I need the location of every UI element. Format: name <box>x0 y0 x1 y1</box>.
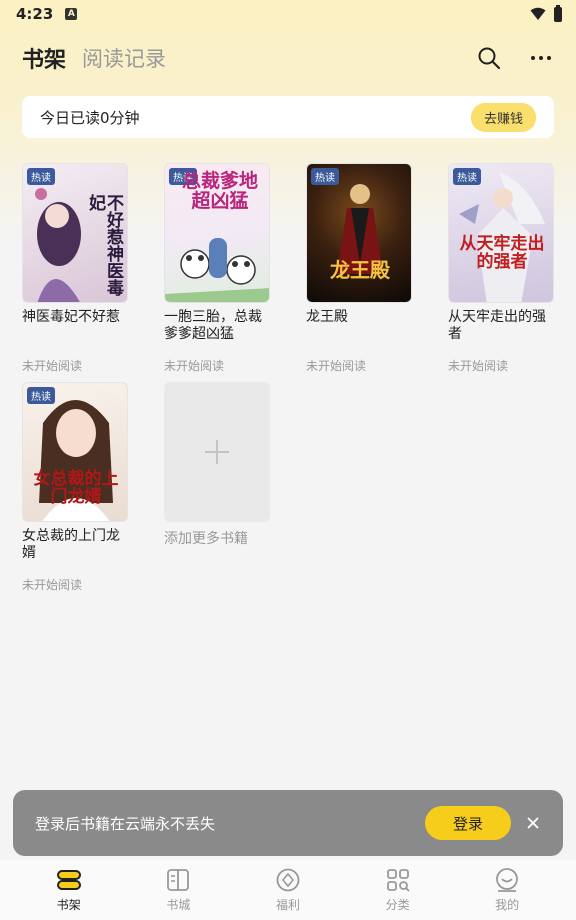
hot-badge: 热读 <box>27 387 55 404</box>
app-notification-icon: A <box>65 8 78 20</box>
book-cover[interactable]: 热读 从天牢走出的强者 <box>448 163 554 303</box>
tab-bookshelf[interactable]: 书架 <box>22 42 66 74</box>
add-book-item[interactable]: 添加更多书籍 <box>164 382 270 548</box>
top-header: 书架 阅读记录 <box>0 30 576 86</box>
book-open-icon <box>167 869 190 891</box>
book-item[interactable]: 热读 总裁爹地超凶猛 一胞三胎，总裁爹爹超凶猛 未开始阅读 <box>164 163 270 374</box>
hot-badge: 热读 <box>27 168 55 185</box>
cover-title: 龙王殿 <box>330 258 390 282</box>
nav-item-bookshelf[interactable]: 书架 <box>29 867 109 913</box>
login-banner: 登录后书籍在云端永不丢失 登录 <box>13 790 563 856</box>
nav-item-bookstore[interactable]: 书城 <box>138 867 218 913</box>
book-item[interactable]: 热读 龙王殿 龙王殿 未开始阅读 <box>306 163 412 374</box>
reading-status: 未开始阅读 <box>22 359 83 373</box>
book-cover[interactable]: 热读 不好惹神医毒妃 <box>22 163 128 303</box>
nav-label: 我的 <box>495 898 520 912</box>
cover-title: 不好惹神医毒妃 <box>85 194 123 296</box>
nav-item-profile[interactable]: 我的 <box>467 867 547 913</box>
plus-icon <box>205 440 229 464</box>
book-item[interactable]: 热读 女总裁的上门龙婿 女总裁的上门龙婿 未开始阅读 <box>22 382 128 593</box>
cover-title: 女总裁的上门龙婿 <box>33 469 119 507</box>
tab-reading-history[interactable]: 阅读记录 <box>82 43 166 73</box>
book-item[interactable]: 热读 从天牢走出的强者 从天牢走出的强者 未开始阅读 <box>448 163 554 374</box>
nav-label: 分类 <box>385 898 410 912</box>
nav-label: 书城 <box>166 898 191 912</box>
book-cover[interactable]: 热读 女总裁的上门龙婿 <box>22 382 128 522</box>
wifi-icon <box>530 7 546 20</box>
login-banner-text: 登录后书籍在云端永不丢失 <box>35 814 216 833</box>
status-time: 4:23 <box>16 5 54 23</box>
hot-badge: 热读 <box>311 168 339 185</box>
reading-status: 未开始阅读 <box>306 359 367 373</box>
nav-item-category[interactable]: 分类 <box>358 867 438 913</box>
hot-badge: 热读 <box>453 168 481 185</box>
book-cover[interactable]: 热读 总裁爹地超凶猛 <box>164 163 270 303</box>
book-title: 神医毒妃不好惹 <box>22 309 120 325</box>
profile-icon <box>496 868 519 892</box>
cover-title: 从天牢走出的强者 <box>459 234 545 272</box>
book-item[interactable]: 热读 不好惹神医毒妃 神医毒妃不好惹 未开始阅读 <box>22 163 128 374</box>
coin-icon <box>276 868 300 892</box>
close-icon[interactable] <box>525 815 541 831</box>
reading-status: 未开始阅读 <box>22 578 83 592</box>
reading-status: 未开始阅读 <box>164 359 225 373</box>
add-book-button[interactable] <box>164 382 270 522</box>
reading-time-text: 今日已读0分钟 <box>40 108 140 127</box>
add-book-label: 添加更多书籍 <box>164 531 248 547</box>
book-cover[interactable]: 热读 龙王殿 <box>306 163 412 303</box>
book-title: 从天牢走出的强者 <box>448 309 546 342</box>
nav-item-welfare[interactable]: 福利 <box>248 867 328 913</box>
more-options-icon[interactable] <box>528 45 554 71</box>
login-button[interactable]: 登录 <box>425 806 511 840</box>
category-grid-icon <box>386 869 410 892</box>
bookshelf-icon <box>56 870 81 890</box>
book-title: 龙王殿 <box>306 309 348 325</box>
battery-icon <box>554 4 562 22</box>
search-icon[interactable] <box>476 45 502 71</box>
earn-money-button[interactable]: 去赚钱 <box>470 102 536 132</box>
reading-time-card: 今日已读0分钟 去赚钱 <box>22 96 554 138</box>
book-title: 女总裁的上门龙婿 <box>22 528 120 561</box>
cover-title: 总裁爹地超凶猛 <box>181 170 258 212</box>
book-title: 一胞三胎，总裁爹爹超凶猛 <box>164 309 262 342</box>
nav-label: 福利 <box>275 898 300 912</box>
nav-label: 书架 <box>56 898 81 912</box>
reading-status: 未开始阅读 <box>448 359 509 373</box>
status-bar: 4:23 A <box>0 0 576 28</box>
bottom-navigation: 书架 书城 福利 分类 我的 <box>0 860 576 920</box>
